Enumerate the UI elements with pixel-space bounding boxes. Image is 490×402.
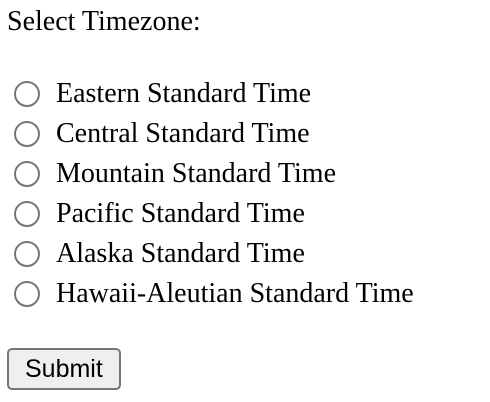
timezone-option-label[interactable]: Mountain Standard Time [56,156,336,192]
timezone-option-mountain[interactable]: Mountain Standard Time [0,154,490,194]
timezone-option-eastern[interactable]: Eastern Standard Time [0,74,490,114]
radio-button-hawaii-aleutian[interactable] [14,281,40,307]
timezone-option-label[interactable]: Eastern Standard Time [56,76,311,112]
timezone-option-central[interactable]: Central Standard Time [0,114,490,154]
radio-button-pacific[interactable] [14,201,40,227]
timezone-option-label[interactable]: Hawaii-Aleutian Standard Time [56,276,414,312]
timezone-option-label[interactable]: Pacific Standard Time [56,196,305,232]
submit-button[interactable]: Submit [7,348,121,390]
timezone-option-label[interactable]: Central Standard Time [56,116,310,152]
timezone-option-hawaii-aleutian[interactable]: Hawaii-Aleutian Standard Time [0,274,490,314]
radio-button-alaska[interactable] [14,241,40,267]
timezone-option-alaska[interactable]: Alaska Standard Time [0,234,490,274]
radio-button-mountain[interactable] [14,161,40,187]
timezone-form: Select Timezone: Eastern Standard Time C… [0,0,490,402]
timezone-options: Eastern Standard Time Central Standard T… [0,74,490,314]
timezone-option-label[interactable]: Alaska Standard Time [56,236,305,272]
radio-button-eastern[interactable] [14,81,40,107]
form-heading: Select Timezone: [7,6,201,37]
timezone-option-pacific[interactable]: Pacific Standard Time [0,194,490,234]
radio-button-central[interactable] [14,121,40,147]
